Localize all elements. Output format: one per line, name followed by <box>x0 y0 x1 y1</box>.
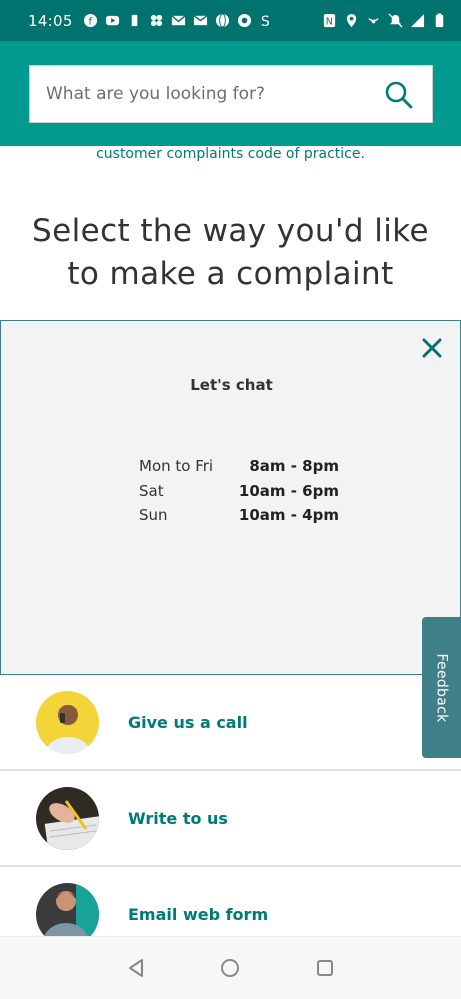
hours-time: 10am - 6pm <box>238 481 339 500</box>
person-on-phone-avatar <box>36 690 99 754</box>
phone-device-icon <box>127 13 142 28</box>
back-icon[interactable] <box>126 957 148 979</box>
viber-icon <box>237 13 252 28</box>
home-icon[interactable] <box>219 957 241 979</box>
page-title-line2: to make a complaint <box>67 256 394 292</box>
page-title: Select the way you'd like to make a comp… <box>0 210 461 296</box>
nfc-icon: N <box>322 13 337 28</box>
navigation-bar <box>0 936 461 999</box>
pinwheel-icon <box>149 13 164 28</box>
gmail-icon <box>171 13 186 28</box>
notification-icons: f S <box>83 13 274 28</box>
page-title-line1: Select the way you'd like <box>32 213 429 249</box>
hotspot-icon <box>366 13 381 28</box>
signal-4g-icon <box>410 13 425 28</box>
search-box[interactable] <box>29 65 433 123</box>
hours-row: Sun 10am - 4pm <box>139 506 339 531</box>
option-write-label[interactable]: Write to us <box>128 809 228 828</box>
hours-day: Sat <box>139 481 164 500</box>
hand-writing-avatar <box>36 786 99 850</box>
hours-time: 8am - 8pm <box>249 457 339 475</box>
feedback-label[interactable]: Feedback <box>434 653 450 722</box>
svg-text:N: N <box>326 16 333 27</box>
youtube-icon <box>105 13 120 28</box>
battery-icon <box>432 13 447 28</box>
hours-day: Mon to Fri <box>139 457 214 475</box>
search-icon[interactable] <box>384 80 414 110</box>
complaints-code-link[interactable]: customer complaints code of practice. <box>0 146 461 162</box>
header <box>0 41 461 146</box>
hours-day: Sun <box>139 506 168 524</box>
option-call-label[interactable]: Give us a call <box>128 713 248 732</box>
chat-panel: Let's chat Mon to Fri 8am - 8pm Sat 10am… <box>0 320 461 675</box>
feedback-tab[interactable]: Feedback <box>422 617 461 758</box>
chat-hours: Mon to Fri 8am - 8pm Sat 10am - 6pm Sun … <box>139 457 339 531</box>
mute-bell-icon <box>388 13 403 28</box>
chat-title: Let's chat <box>190 376 273 394</box>
status-time: 14:05 <box>28 11 73 30</box>
system-icons: N <box>322 13 447 28</box>
status-bar: 14:05 f S N <box>0 0 461 41</box>
close-icon[interactable] <box>420 336 444 360</box>
recents-icon[interactable] <box>314 957 336 979</box>
s-app-icon: S <box>259 13 274 28</box>
facebook-icon: f <box>83 13 98 28</box>
search-input[interactable] <box>46 84 376 104</box>
option-write[interactable]: Write to us <box>0 771 461 867</box>
location-icon <box>344 13 359 28</box>
globe-icon <box>215 13 230 28</box>
hours-row: Mon to Fri 8am - 8pm <box>139 457 339 482</box>
hours-time: 10am - 4pm <box>238 506 339 524</box>
svg-text:S: S <box>261 14 270 28</box>
option-call[interactable]: Give us a call <box>0 675 461 771</box>
hours-row: Sat 10am - 6pm <box>139 482 339 507</box>
mail-icon <box>193 13 208 28</box>
option-email-label[interactable]: Email web form <box>128 905 268 924</box>
